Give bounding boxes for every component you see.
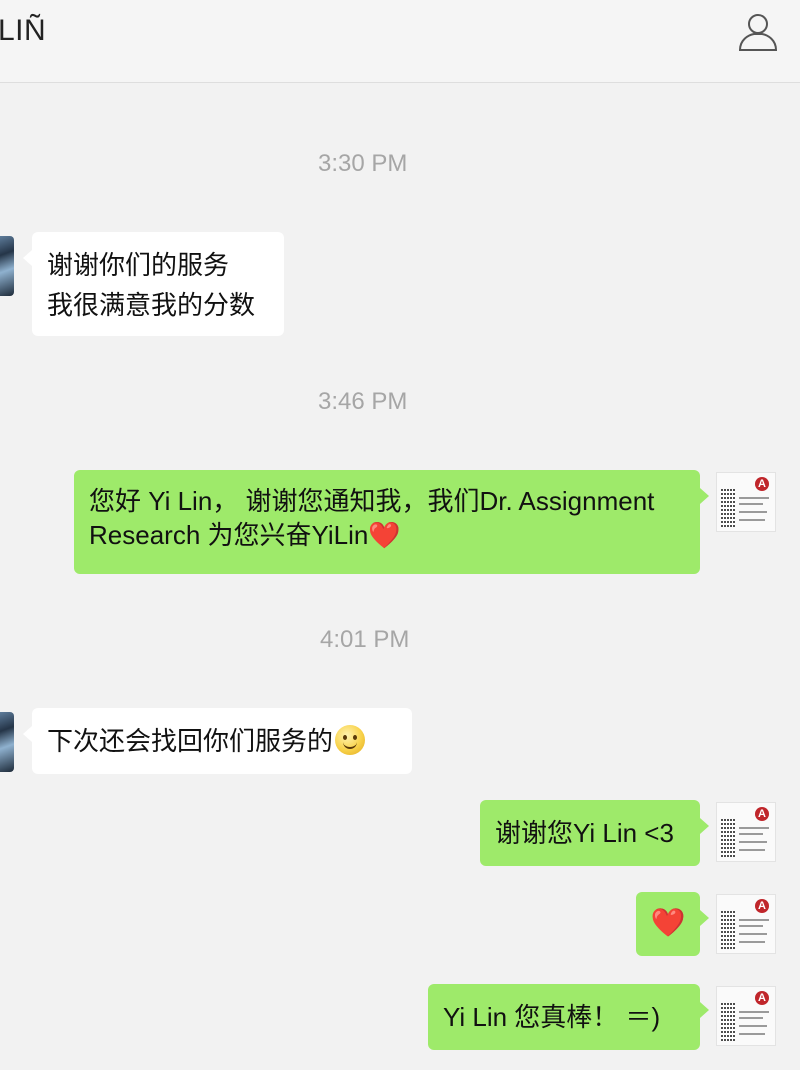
outgoing-message[interactable]: ❤️ (636, 892, 709, 956)
person-icon[interactable] (736, 10, 780, 54)
qr-code-icon (721, 819, 735, 857)
logo-icon (755, 899, 769, 913)
outgoing-message[interactable]: 您好 Yi Lin， 谢谢您通知我，我们Dr. Assignment Resea… (74, 470, 709, 574)
qr-code-icon (721, 1003, 735, 1041)
incoming-message[interactable]: 下次还会找回你们服务的 (23, 708, 412, 774)
outgoing-message[interactable]: 谢谢您Yi Lin <3 (480, 800, 709, 866)
message-line: 我很满意我的分数 (47, 290, 256, 320)
smile-emoji (335, 725, 366, 755)
logo-icon (755, 807, 769, 821)
message-line: 谢谢你们的服务 (47, 250, 230, 280)
user-avatar[interactable] (716, 472, 776, 532)
message-text: Yi Lin 您真棒！ ＝) (443, 1002, 661, 1032)
user-avatar[interactable] (716, 802, 776, 862)
outgoing-message[interactable]: Yi Lin 您真棒！ ＝) (428, 984, 709, 1050)
contact-avatar[interactable] (0, 236, 14, 296)
heart-emoji: ❤️ (650, 907, 686, 938)
logo-icon (755, 991, 769, 1005)
qr-code-icon (721, 489, 735, 527)
user-avatar[interactable] (716, 894, 776, 954)
message-line: Research 为您兴奋YiLin❤️ (89, 518, 685, 552)
chat-header: LIÑ (0, 0, 800, 83)
heart-emoji: ❤️ (368, 520, 401, 550)
message-text: Research 为您兴奋YiLin (89, 520, 369, 550)
message-text: 谢谢您Yi Lin <3 (495, 818, 674, 848)
chat-title: LIÑ (0, 14, 47, 47)
user-avatar[interactable] (716, 986, 776, 1046)
message-line: 您好 Yi Lin， 谢谢您通知我，我们Dr. Assignment (89, 486, 655, 516)
timestamp: 4:01 PM (320, 626, 410, 653)
timestamp: 3:46 PM (318, 388, 408, 415)
timestamp: 3:30 PM (318, 150, 408, 177)
qr-code-icon (721, 911, 735, 949)
contact-avatar[interactable] (0, 712, 14, 772)
message-text: 下次还会找回你们服务的 (47, 726, 334, 756)
logo-icon (755, 477, 769, 491)
incoming-message[interactable]: 谢谢你们的服务 我很满意我的分数 (23, 232, 284, 336)
